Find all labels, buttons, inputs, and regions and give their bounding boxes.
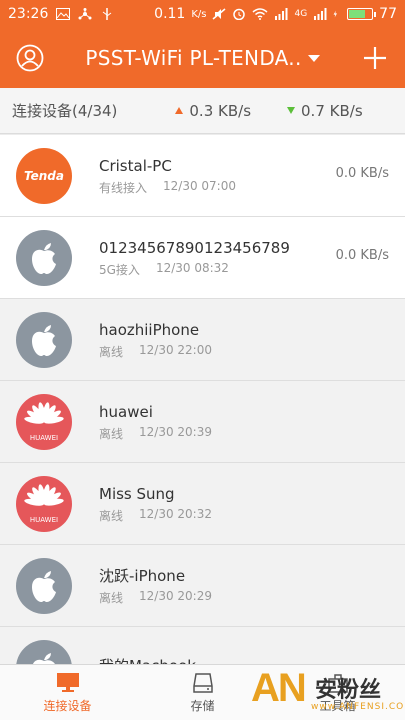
device-name: huawei <box>99 402 153 421</box>
charging-icon <box>333 10 338 18</box>
share-notification-icon <box>78 8 92 20</box>
status-bar: 23:26 0.11 K/s 4G 77 <box>0 0 405 28</box>
device-meta: 离线 12/30 20:29 <box>99 589 405 606</box>
connection-type: 有线接入 <box>99 180 148 195</box>
user-icon <box>16 44 44 72</box>
device-row[interactable]: HUAWEI Miss Sung 离线 12/30 20:32 <box>0 463 405 545</box>
storage-icon <box>192 672 213 693</box>
device-info: huawei 离线 12/30 20:39 <box>99 402 405 442</box>
bottom-tab-bar: 连接设备 存储 工具箱 <box>0 664 405 720</box>
device-info: 沈跃-iPhone 离线 12/30 20:29 <box>99 566 405 606</box>
network-type: 4G <box>294 9 308 19</box>
connection-time: 12/30 22:00 <box>139 342 212 357</box>
apple-icon <box>16 229 72 286</box>
connection-type: 离线 <box>99 344 124 359</box>
app-header: PSST-WiFi PL-TENDA.. <box>0 28 405 88</box>
tab-toolbox[interactable]: 工具箱 <box>270 665 405 720</box>
connection-time: 12/30 20:32 <box>139 506 212 521</box>
huawei-label: HUAWEI <box>30 516 58 524</box>
connection-summary: 连接设备(4/34) 0.3 KB/s 0.7 KB/s <box>0 88 405 134</box>
net-speed-unit: K/s <box>191 8 207 20</box>
add-button[interactable] <box>345 28 405 88</box>
apple-icon <box>16 557 72 614</box>
connection-type: 离线 <box>99 508 124 523</box>
tenda-logo: Tenda <box>16 147 72 204</box>
device-name: Miss Sung <box>99 484 175 503</box>
wifi-icon <box>252 8 268 20</box>
apple-icon <box>16 639 72 664</box>
download-arrow-icon <box>287 107 296 114</box>
network-selector[interactable]: PSST-WiFi PL-TENDA.. <box>60 46 345 70</box>
signal-icon <box>275 8 288 20</box>
apple-icon <box>16 311 72 368</box>
toolbox-icon <box>327 673 348 693</box>
tab-label: 存储 <box>190 698 215 713</box>
connection-time: 12/30 20:39 <box>139 424 212 439</box>
upload-speed: 0.3 KB/s <box>175 102 251 120</box>
image-notification-icon <box>56 8 71 20</box>
tab-label: 工具箱 <box>319 698 356 713</box>
upload-arrow-icon <box>175 107 184 114</box>
page-title: PSST-WiFi PL-TENDA.. <box>85 46 302 70</box>
device-name: 沈跃-iPhone <box>99 566 186 585</box>
upload-speed-value: 0.3 KB/s <box>189 101 252 120</box>
download-speed-value: 0.7 KB/s <box>301 101 363 120</box>
battery-icon <box>347 8 377 20</box>
device-info: 我的Macbook <box>99 656 405 664</box>
download-speed: 0.7 KB/s <box>287 102 363 120</box>
connection-time: 12/30 20:29 <box>139 588 212 603</box>
device-row[interactable]: haozhiiPhone 离线 12/30 22:00 <box>0 299 405 381</box>
device-row[interactable]: 01234567890123456789 5G接入 12/30 08:32 0.0 K… <box>0 217 405 299</box>
connection-type: 离线 <box>99 590 124 605</box>
device-meta: 有线接入 12/30 07:00 <box>99 179 405 196</box>
connection-type: 5G接入 <box>99 262 140 277</box>
device-count: 连接设备(4/34) <box>12 102 118 120</box>
plus-icon <box>364 47 386 69</box>
battery-percent: 77 <box>379 6 397 22</box>
tab-label: 连接设备 <box>43 698 92 713</box>
device-row[interactable]: HUAWEI huawei 离线 12/30 20:39 <box>0 381 405 463</box>
device-name: 我的Macbook <box>99 656 405 664</box>
connection-time: 12/30 07:00 <box>163 178 236 193</box>
device-info: haozhiiPhone 离线 12/30 22:00 <box>99 320 405 360</box>
alarm-icon <box>233 8 246 20</box>
huawei-label: HUAWEI <box>30 434 58 442</box>
connection-time: 12/30 08:32 <box>155 260 229 275</box>
device-name: haozhiiPhone <box>99 320 200 339</box>
device-row[interactable]: 沈跃-iPhone 离线 12/30 20:29 <box>0 545 405 627</box>
net-speed: 0.11 <box>154 6 186 22</box>
device-meta: 5G接入 12/30 08:32 <box>99 261 405 278</box>
signal-icon-2 <box>314 8 327 20</box>
device-meta: 离线 12/30 20:39 <box>99 425 405 442</box>
device-row[interactable]: Tenda Cristal-PC 有线接入 12/30 07:00 0.0 KB/s <box>0 135 405 217</box>
device-speed: 0.0 KB/s <box>335 248 389 263</box>
device-row[interactable]: 我的Macbook <box>0 627 405 664</box>
status-time: 23:26 <box>8 6 49 22</box>
device-list: Tenda Cristal-PC 有线接入 12/30 07:00 0.0 KB/s 01… <box>0 135 405 664</box>
monitor-icon <box>56 672 79 692</box>
tenda-label: Tenda <box>24 169 64 183</box>
device-meta: 离线 12/30 20:32 <box>99 507 405 524</box>
usb-icon <box>103 8 112 20</box>
device-speed: 0.0 KB/s <box>335 166 389 181</box>
user-button[interactable] <box>0 28 60 88</box>
connection-type: 离线 <box>99 426 124 441</box>
device-info: Miss Sung 离线 12/30 20:32 <box>99 484 405 524</box>
tab-connected-devices[interactable]: 连接设备 <box>0 665 135 720</box>
mute-icon <box>212 8 226 20</box>
huawei-logo: HUAWEI <box>16 475 72 532</box>
chevron-down-icon <box>307 54 320 62</box>
huawei-logo: HUAWEI <box>16 393 72 450</box>
device-meta: 离线 12/30 22:00 <box>99 343 405 360</box>
tab-storage[interactable]: 存储 <box>135 665 270 720</box>
